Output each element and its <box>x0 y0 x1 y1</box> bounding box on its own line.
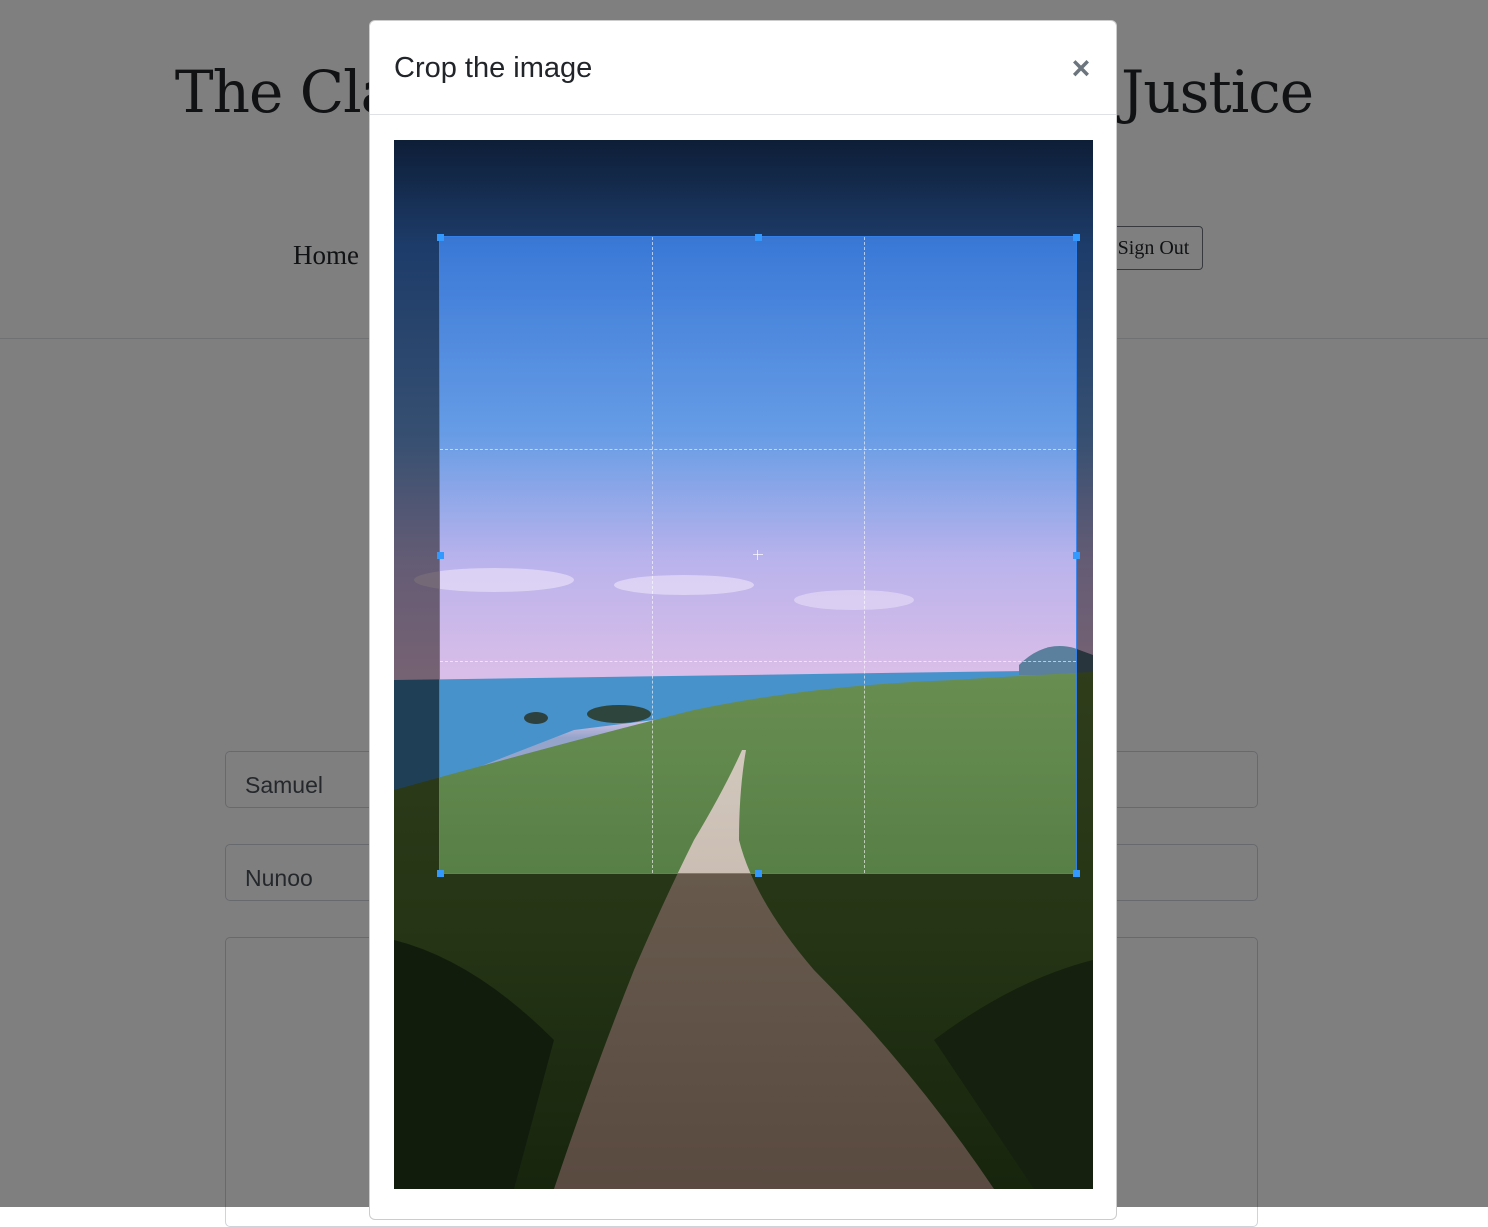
crop-guide-vertical-1 <box>652 237 653 873</box>
crop-box[interactable] <box>439 236 1077 874</box>
modal-header: Crop the image × <box>370 21 1116 115</box>
crop-modal: Crop the image × <box>369 20 1117 1220</box>
modal-title: Crop the image <box>394 52 593 84</box>
crop-guide-horizontal-2 <box>440 661 1076 662</box>
crop-center-icon <box>753 550 763 560</box>
crop-handle-sw[interactable] <box>437 870 444 877</box>
crop-handle-nw[interactable] <box>437 234 444 241</box>
crop-handle-se[interactable] <box>1073 870 1080 877</box>
crop-handle-s[interactable] <box>755 870 762 877</box>
crop-handle-e[interactable] <box>1073 552 1080 559</box>
crop-guide-horizontal-1 <box>440 449 1076 450</box>
crop-handle-w[interactable] <box>437 552 444 559</box>
image-cropper[interactable] <box>394 140 1093 1189</box>
close-icon[interactable]: × <box>1064 51 1098 85</box>
crop-guide-vertical-2 <box>864 237 865 873</box>
crop-handle-ne[interactable] <box>1073 234 1080 241</box>
crop-handle-n[interactable] <box>755 234 762 241</box>
